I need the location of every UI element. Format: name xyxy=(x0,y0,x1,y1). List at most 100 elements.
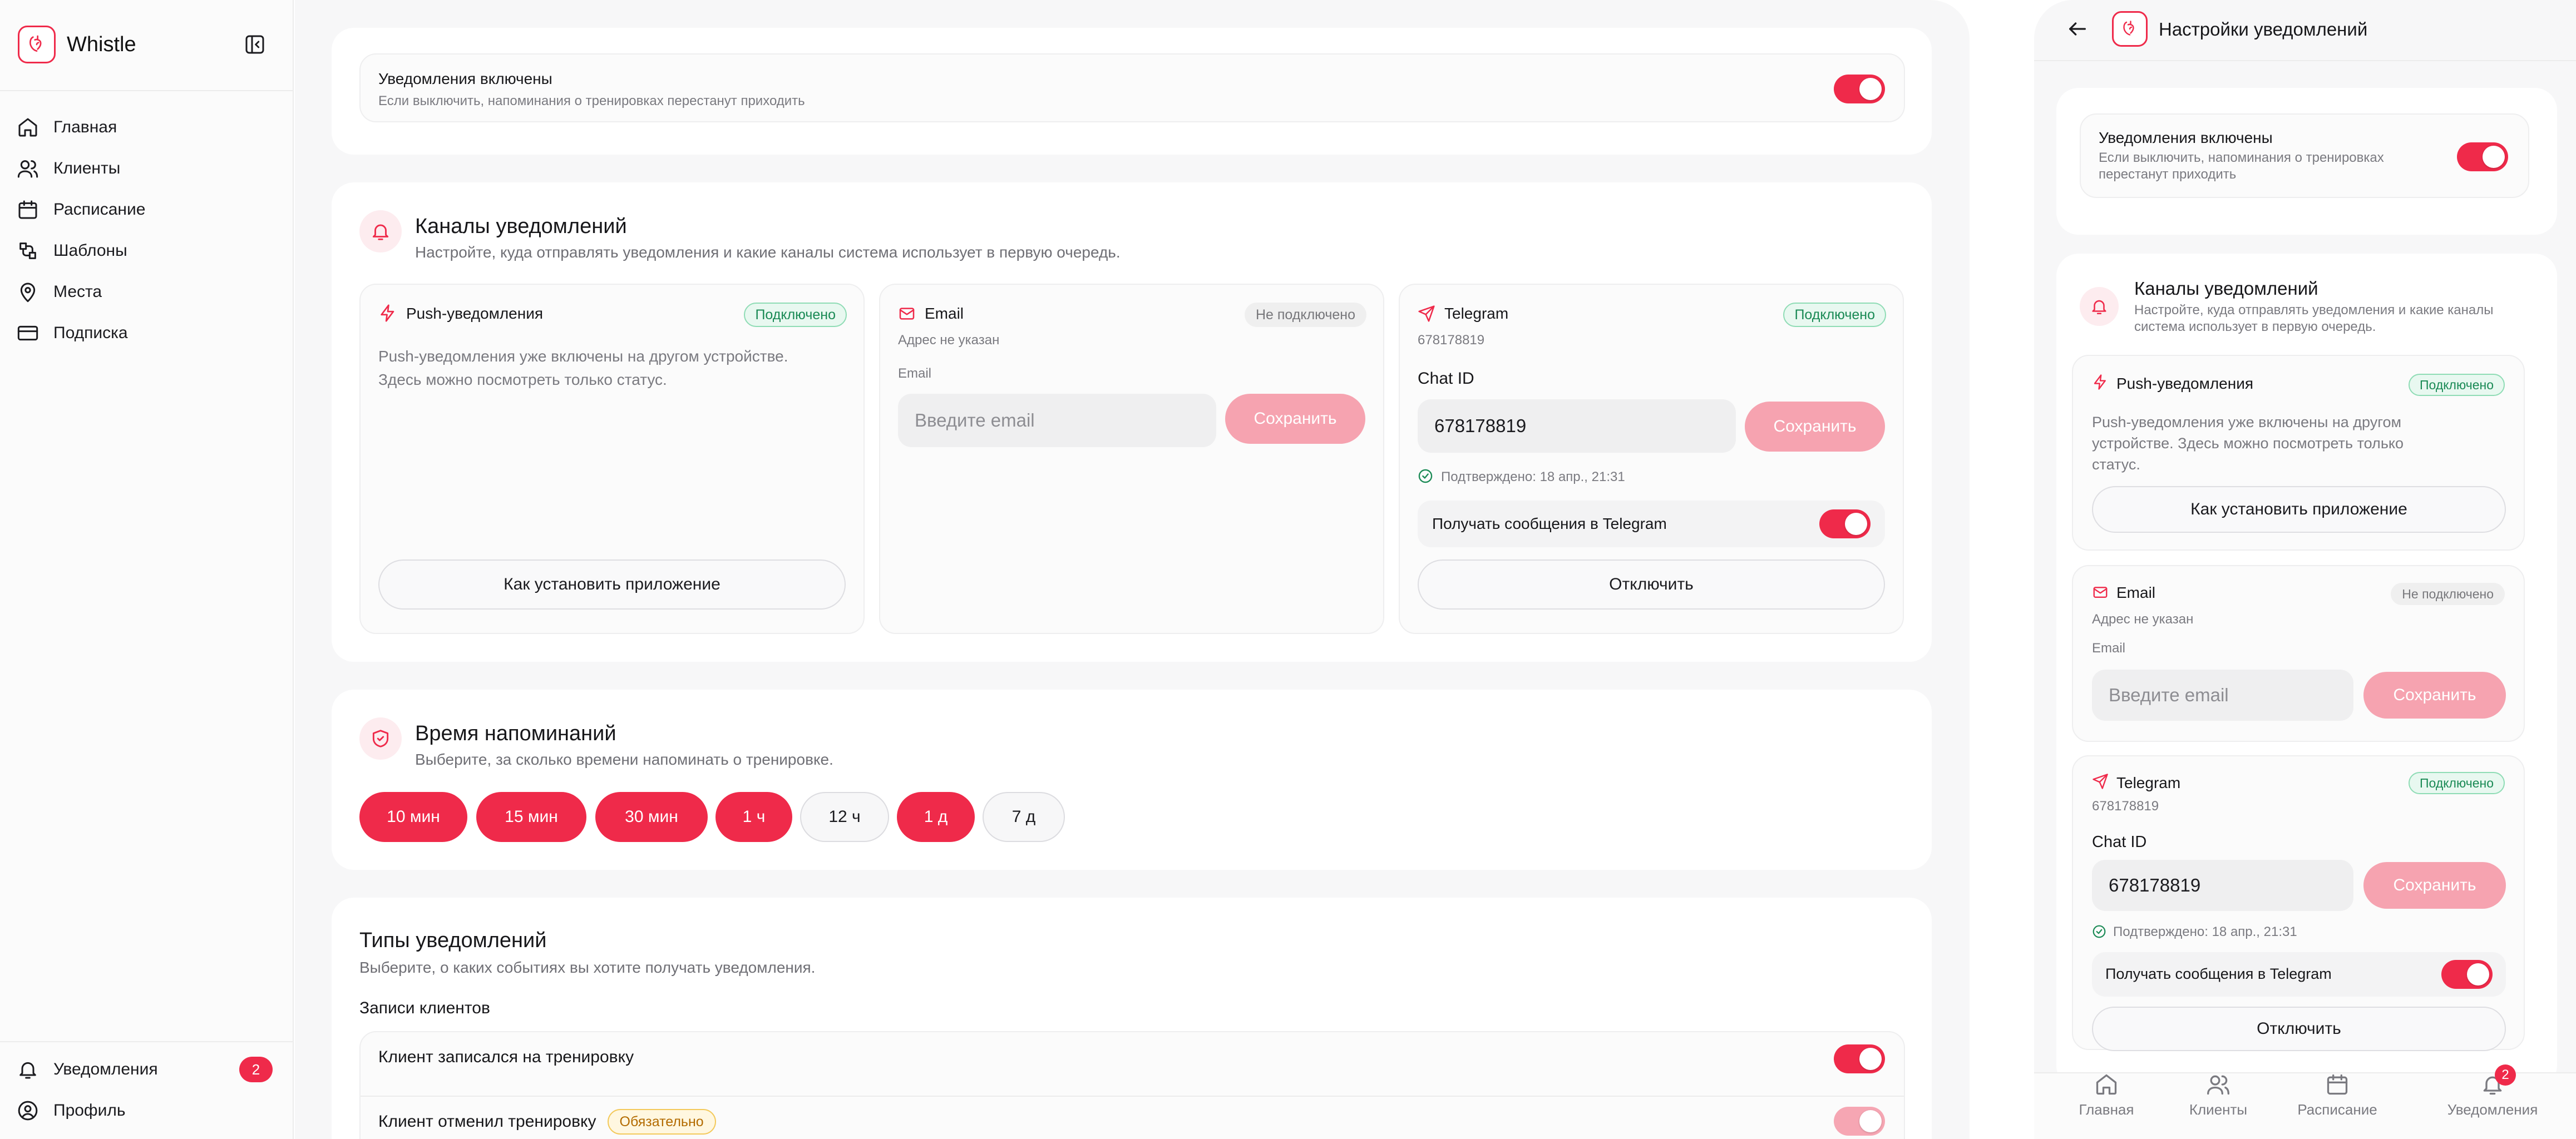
sidebar-item-subscription[interactable]: Подписка xyxy=(17,317,273,349)
reminders-card: Время напоминаний Выберите, за сколько в… xyxy=(332,690,1932,870)
email-field-label: Email xyxy=(898,366,932,381)
email-title: Email xyxy=(925,305,964,322)
mobile-channels-title: Каналы уведомлений xyxy=(2134,278,2318,299)
types-title: Типы уведомлений xyxy=(359,929,547,952)
mobile-telegram-status-badge: Подключено xyxy=(2409,772,2505,794)
app-name: Whistle xyxy=(67,32,136,56)
sidebar-item-label: Подписка xyxy=(53,324,128,342)
notifications-enabled-toggle[interactable] xyxy=(1834,75,1885,103)
sidebar-item-home[interactable]: Главная xyxy=(17,111,273,143)
templates-icon xyxy=(19,242,36,259)
mobile-email-label: Email xyxy=(2092,641,2126,656)
mobile-tab-label: Расписание xyxy=(2297,1101,2377,1118)
mobile-telegram-disconnect-button[interactable]: Отключить xyxy=(2092,1007,2506,1051)
sidebar-item-label: Расписание xyxy=(53,200,146,219)
telegram-confirmed-text: Подтверждено: 18 апр., 21:31 xyxy=(1441,469,1625,484)
mobile-tab-clients[interactable]: Клиенты xyxy=(2182,1072,2254,1139)
sidebar-item-label: Профиль xyxy=(53,1101,126,1120)
users-icon xyxy=(17,160,38,178)
mobile-push-card: Push-уведомления Подключено Push-уведомл… xyxy=(2072,355,2525,551)
mobile-email-save-button[interactable]: Сохранить xyxy=(2363,672,2506,719)
whistle-logo-icon xyxy=(18,26,56,63)
reminder-chip[interactable]: 1 д xyxy=(897,792,975,842)
user-circle-icon xyxy=(18,1101,38,1121)
channels-description: Настройте, куда отправлять уведомления и… xyxy=(415,244,1121,261)
reminder-chip[interactable]: 15 мин xyxy=(476,792,586,842)
notifications-count-badge: 2 xyxy=(239,1057,273,1082)
shield-check-icon xyxy=(359,717,402,760)
reminder-chip[interactable]: 12 ч xyxy=(800,792,889,842)
mobile-push-text: Push-уведомления уже включены на другом … xyxy=(2092,412,2404,475)
mobile-telegram-save-button[interactable]: Сохранить xyxy=(2363,862,2506,909)
bell-icon xyxy=(359,210,402,252)
mobile-email-input[interactable]: Введите email xyxy=(2092,670,2353,721)
sidebar-divider xyxy=(0,1041,294,1042)
brand[interactable]: Whistle xyxy=(18,26,136,63)
back-arrow-icon[interactable] xyxy=(2066,18,2089,40)
check-circle-icon xyxy=(1418,469,1433,483)
type-client-booked-toggle[interactable] xyxy=(1834,1044,1885,1073)
mobile-chat-id-input[interactable]: 678178819 xyxy=(2092,860,2353,911)
telegram-receive-toggle[interactable] xyxy=(1819,509,1871,538)
type-row-label: Клиент записался на тренировку xyxy=(378,1048,634,1066)
mobile-email-card: Email Не подключено Адрес не указан Emai… xyxy=(2072,565,2525,742)
mobile-install-app-button[interactable]: Как установить приложение xyxy=(2092,486,2506,533)
telegram-disconnect-button[interactable]: Отключить xyxy=(1418,559,1885,610)
lightning-icon xyxy=(381,304,394,322)
reminder-chip[interactable]: 1 ч xyxy=(715,792,792,842)
sidebar-item-clients[interactable]: Клиенты xyxy=(17,152,273,185)
mobile-tab-bell: 2 xyxy=(2480,1064,2516,1097)
notifications-enabled-row: Уведомления включены Если выключить, нап… xyxy=(359,53,1905,122)
install-app-button[interactable]: Как установить приложение xyxy=(378,559,846,610)
mobile-email-status-badge: Не подключено xyxy=(2391,583,2505,605)
bell-icon xyxy=(19,1062,36,1079)
channels-title: Каналы уведомлений xyxy=(415,215,627,238)
sidebar-item-label: Главная xyxy=(53,118,117,136)
telegram-channel-card: Telegram Подключено 678178819 Chat ID 67… xyxy=(1399,284,1904,634)
sidebar-item-label: Клиенты xyxy=(53,159,121,177)
reminder-chip[interactable]: 10 мин xyxy=(359,792,467,842)
sidebar-item-schedule[interactable]: Расписание xyxy=(17,194,273,226)
mobile-enabled-card: Уведомления включены Если выключить, нап… xyxy=(2056,88,2557,235)
sidebar-item-places[interactable]: Места xyxy=(17,276,273,308)
mobile-telegram-receive-toggle[interactable] xyxy=(2441,960,2493,989)
whistle-logo-icon xyxy=(2112,11,2148,47)
push-status-badge: Подключено xyxy=(744,303,847,327)
mobile-telegram-card: Telegram Подключено 678178819 Chat ID 67… xyxy=(2072,755,2525,1051)
mobile-push-title: Push-уведомления xyxy=(2116,375,2253,392)
reminder-chip[interactable]: 30 мин xyxy=(595,792,708,842)
push-title: Push-уведомления xyxy=(406,305,543,322)
sidebar-item-label: Шаблоны xyxy=(53,241,127,260)
mobile-enabled-subtitle-1: Если выключить, напоминания о тренировка… xyxy=(2099,150,2384,165)
sidebar-item-profile[interactable]: Профиль xyxy=(17,1095,273,1127)
sidebar: Whistle Главная Клиенты Расписание Шабло… xyxy=(0,0,294,1139)
mobile-tab-home[interactable]: Главная xyxy=(2073,1072,2140,1139)
send-icon xyxy=(1418,305,1435,322)
telegram-receive-label: Получать сообщения в Telegram xyxy=(1432,515,1667,532)
mobile-notifications-toggle[interactable] xyxy=(2457,142,2508,171)
home-icon xyxy=(18,118,37,137)
push-channel-card: Push-уведомления Подключено Push-уведомл… xyxy=(359,284,865,634)
mobile-push-status-badge: Подключено xyxy=(2409,374,2505,396)
reminders-title: Время напоминаний xyxy=(415,722,616,745)
mobile-tab-schedule[interactable]: Расписание xyxy=(2290,1072,2385,1139)
mobile-enabled-title: Уведомления включены xyxy=(2099,129,2273,146)
telegram-title: Telegram xyxy=(1444,305,1509,322)
telegram-save-button[interactable]: Сохранить xyxy=(1745,402,1885,452)
mobile-telegram-receive-label: Получать сообщения в Telegram xyxy=(2105,965,2332,982)
email-save-button[interactable]: Сохранить xyxy=(1225,394,1365,444)
types-group-label: Записи клиентов xyxy=(359,999,490,1017)
chat-id-input[interactable]: 678178819 xyxy=(1418,399,1736,453)
telegram-status-badge: Подключено xyxy=(1783,303,1886,327)
mobile-channels-card: Каналы уведомлений Настройте, куда отпра… xyxy=(2056,254,2557,1088)
email-input[interactable]: Введите email xyxy=(898,394,1216,447)
reminder-chip[interactable]: 7 д xyxy=(983,792,1065,842)
mobile-tab-notifications[interactable]: 2 Уведомления xyxy=(2437,1064,2548,1139)
sidebar-item-notifications[interactable]: Уведомления 2 xyxy=(17,1053,273,1086)
telegram-receive-row: Получать сообщения в Telegram xyxy=(1418,501,1885,547)
sidebar-item-templates[interactable]: Шаблоны xyxy=(17,235,273,267)
collapse-sidebar-icon[interactable] xyxy=(244,33,266,56)
mobile-telegram-confirmed: Подтверждено: 18 апр., 21:31 xyxy=(2113,924,2297,939)
mobile-telegram-receive-row: Получать сообщения в Telegram xyxy=(2092,952,2506,997)
mobile-chat-id-label: Chat ID xyxy=(2092,833,2147,851)
